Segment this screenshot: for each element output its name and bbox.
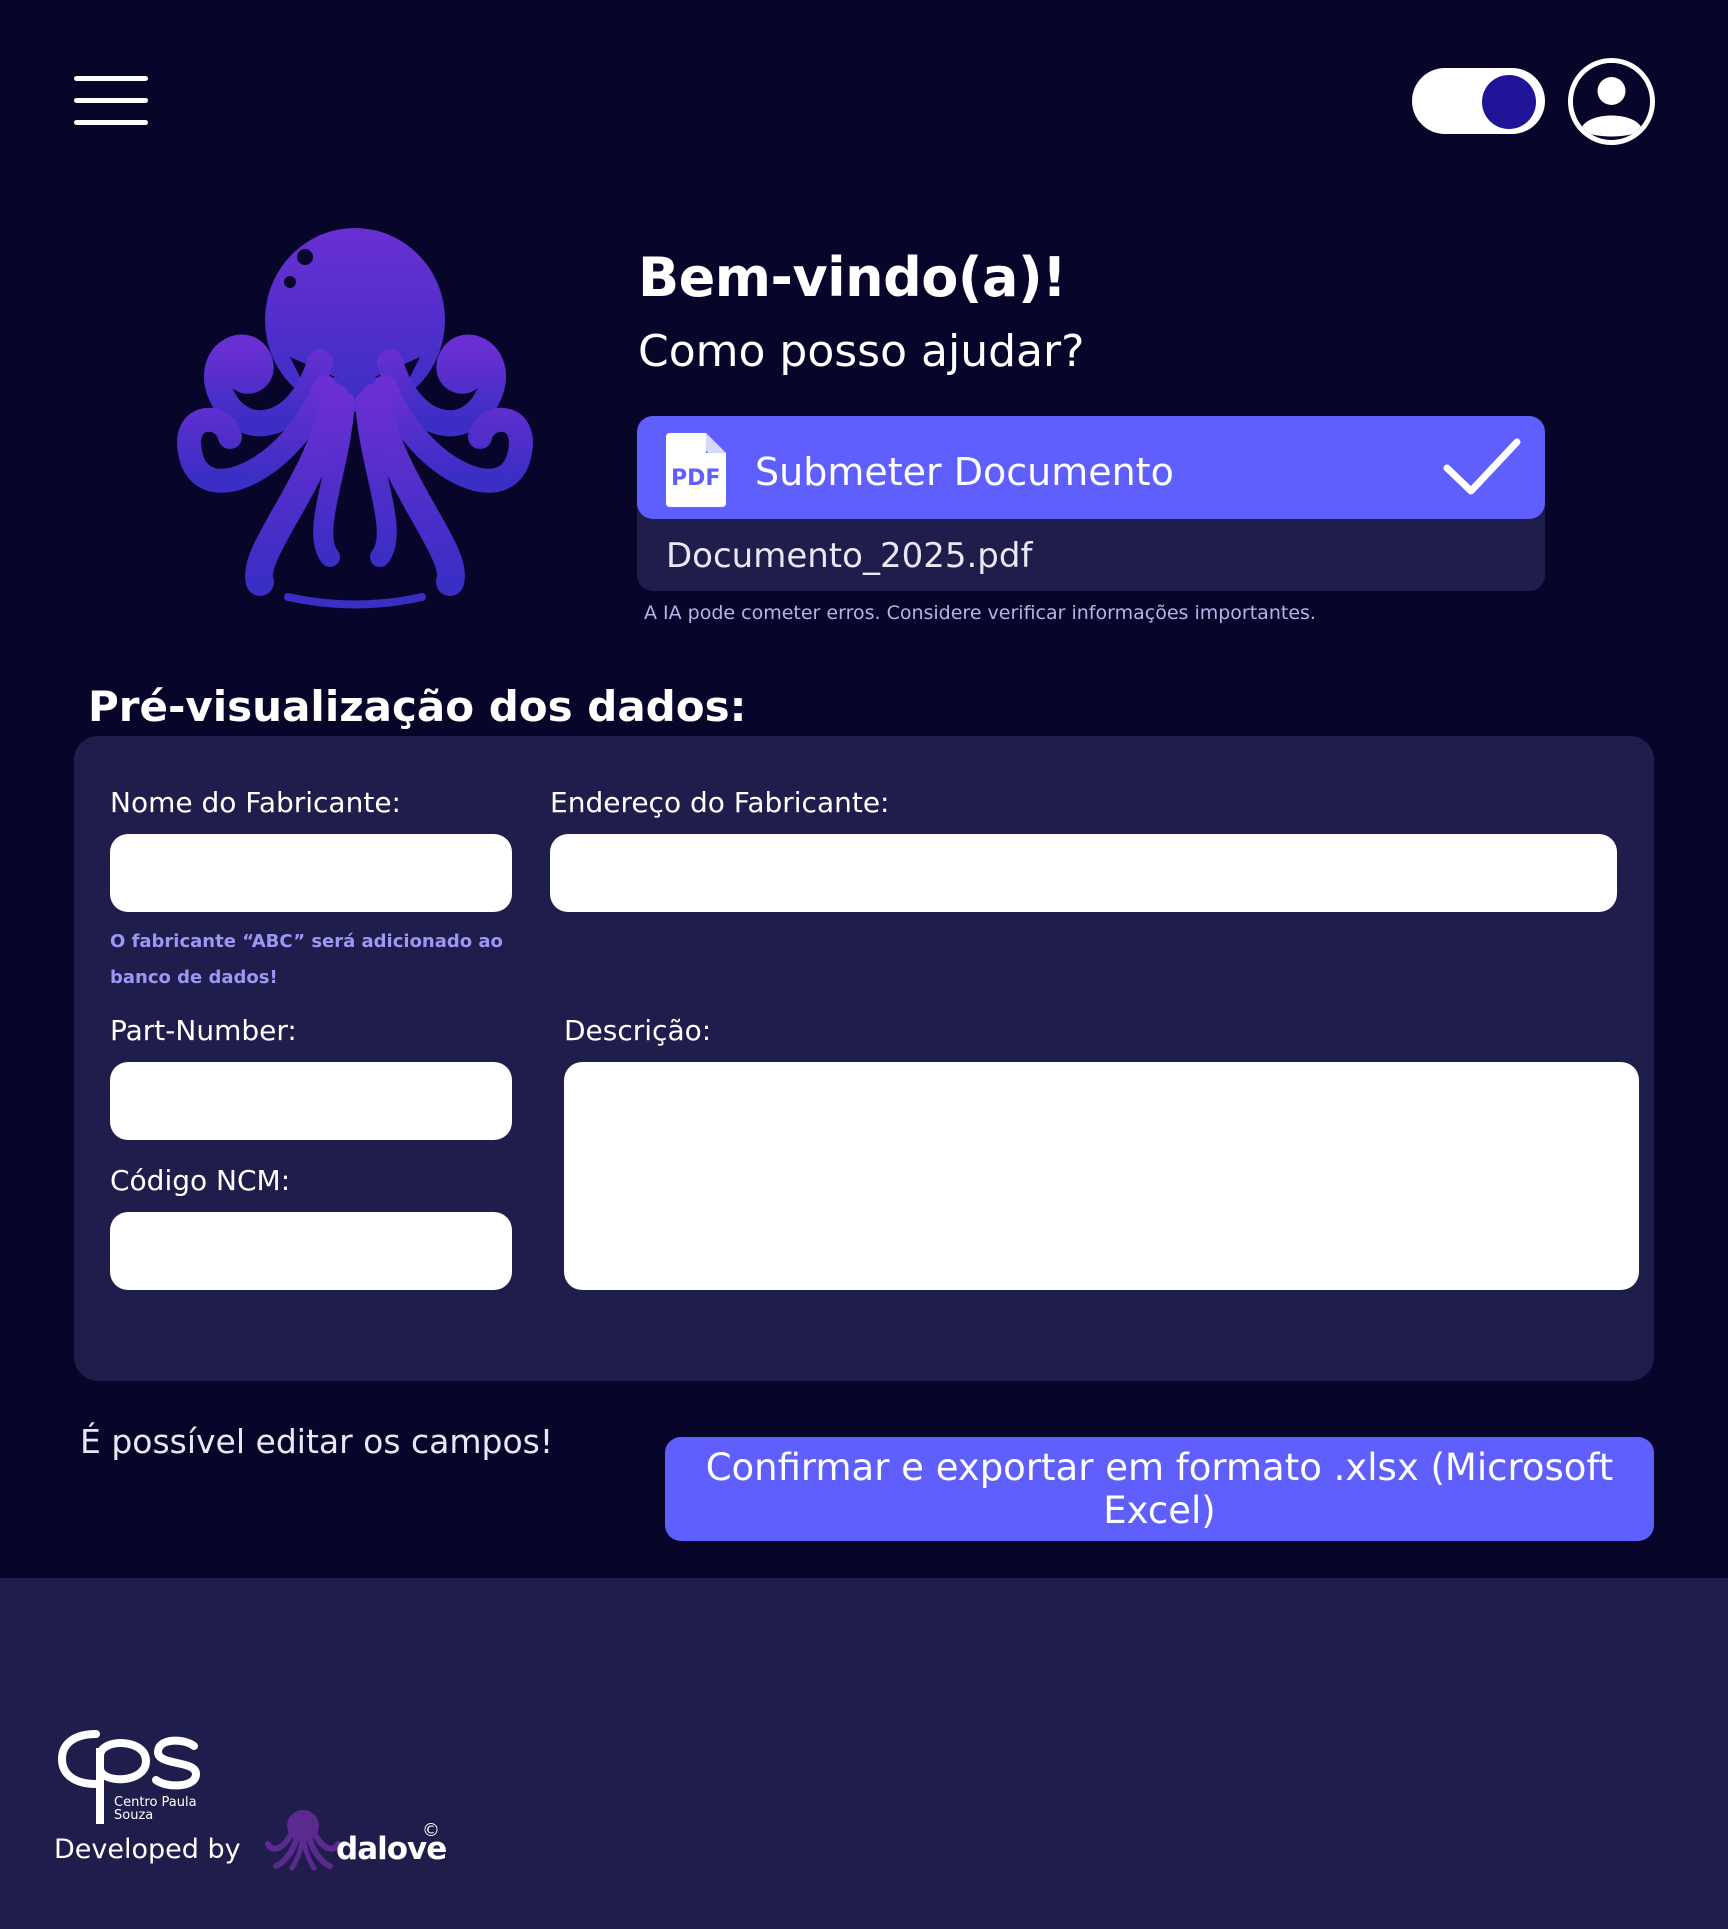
toggle-knob: [1482, 75, 1536, 129]
uploaded-file-name: Documento_2025.pdf: [666, 536, 1033, 576]
manufacturer-address-label: Endereço do Fabricante:: [550, 786, 890, 819]
hamburger-menu-icon[interactable]: [74, 76, 150, 125]
developed-by-label: Developed by: [54, 1834, 241, 1865]
manufacturer-hint: O fabricante “ABC” será adicionado ao ba…: [110, 931, 503, 988]
part-number-input[interactable]: [110, 1062, 512, 1140]
welcome-subtitle: Como posso ajudar?: [638, 326, 1085, 377]
submit-document-button[interactable]: PDF Submeter Documento: [637, 416, 1545, 519]
footer: [0, 1578, 1728, 1929]
welcome-title: Bem-vindo(a)!: [638, 246, 1067, 309]
ncm-code-input[interactable]: [110, 1212, 512, 1290]
dalove-octopus-icon: [264, 1806, 342, 1872]
check-icon: [1443, 438, 1521, 496]
theme-toggle-switch[interactable]: [1412, 68, 1545, 134]
cps-logo: Centro Paula Souza: [54, 1726, 204, 1826]
edit-note: É possível editar os campos!: [80, 1422, 554, 1461]
part-number-label: Part-Number:: [110, 1014, 297, 1047]
export-xlsx-button[interactable]: Confirmar e exportar em formato .xlsx (M…: [665, 1437, 1654, 1541]
ai-disclaimer: A IA pode cometer erros. Considere verif…: [644, 602, 1316, 624]
pdf-icon-text: PDF: [671, 466, 721, 491]
copyright-symbol: ©: [422, 1820, 440, 1841]
manufacturer-name-label: Nome do Fabricante:: [110, 786, 401, 819]
submit-document-label: Submeter Documento: [755, 450, 1174, 494]
manufacturer-name-input[interactable]: [110, 834, 512, 912]
description-label: Descrição:: [564, 1014, 712, 1047]
cps-logo-caption: Centro Paula Souza: [114, 1795, 197, 1823]
user-avatar-icon[interactable]: [1568, 58, 1655, 145]
pdf-file-icon: PDF: [666, 433, 726, 507]
main-area: Bem-vindo(a)! Como posso ajudar? PDF Sub…: [0, 0, 1728, 1578]
ncm-code-label: Código NCM:: [110, 1164, 291, 1197]
description-textarea[interactable]: [564, 1062, 1639, 1290]
preview-title: Pré-visualização dos dados:: [88, 682, 747, 731]
octopus-mascot-icon: [170, 212, 540, 612]
manufacturer-address-input[interactable]: [550, 834, 1617, 912]
